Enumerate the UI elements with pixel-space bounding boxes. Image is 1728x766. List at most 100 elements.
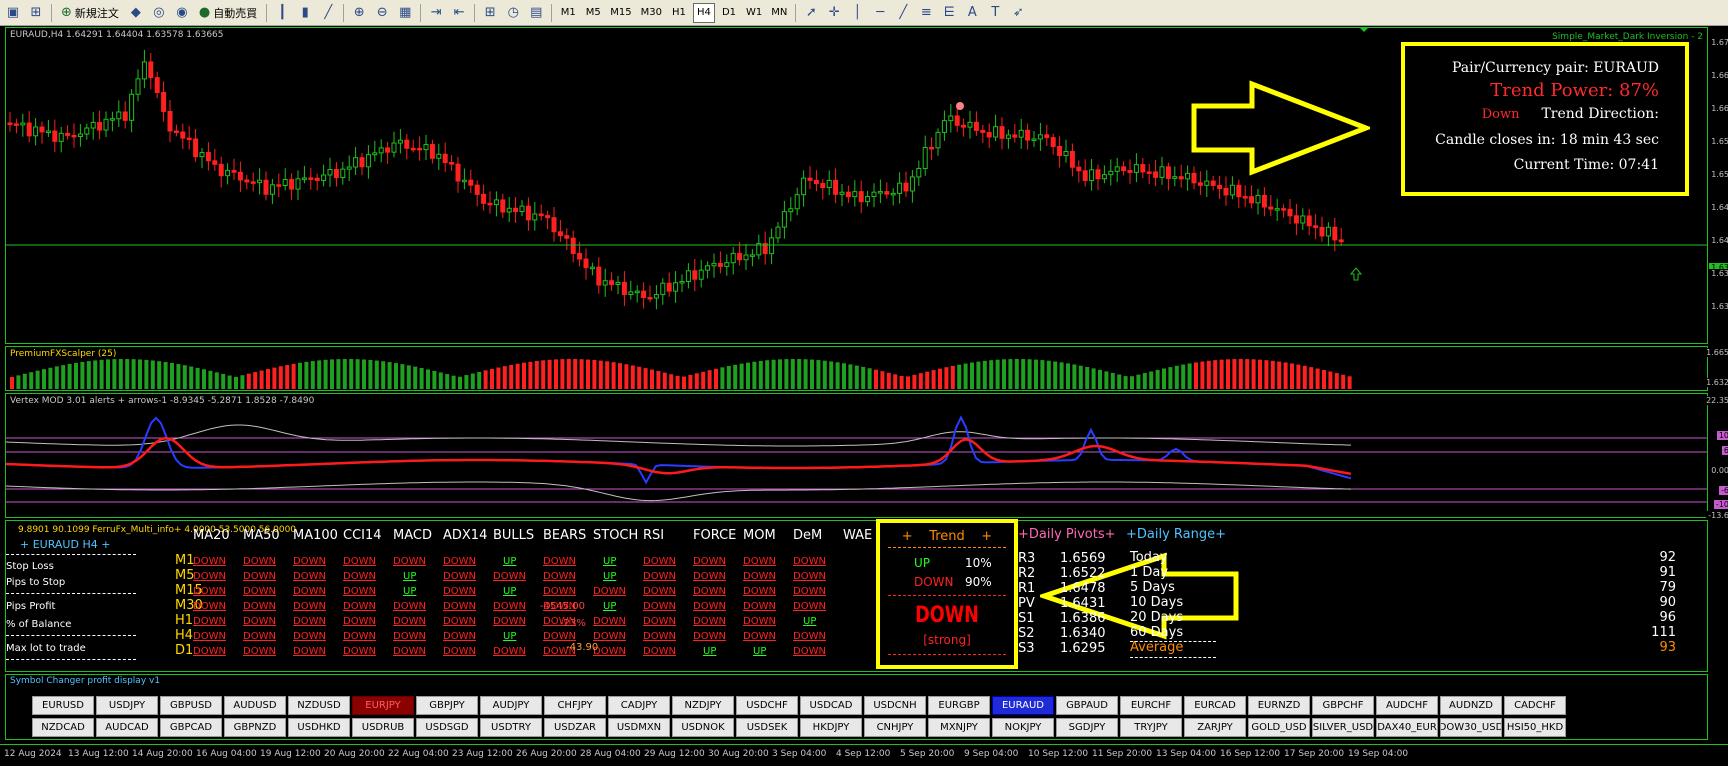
- bar-chart-icon[interactable]: ┃: [272, 3, 292, 23]
- candle: [973, 111, 979, 136]
- timeframe-m1[interactable]: M1: [557, 3, 579, 23]
- symbol-button-nokjpy[interactable]: NOKJPY: [992, 718, 1054, 737]
- metaeditor-icon[interactable]: ◆: [126, 3, 146, 23]
- auto-scroll-icon[interactable]: ⇥: [426, 3, 446, 23]
- vertical-line-icon[interactable]: │: [847, 3, 867, 23]
- scalper-bar: [822, 360, 827, 389]
- symbol-button-audnzd[interactable]: AUDNZD: [1440, 696, 1502, 715]
- timeframe-h1[interactable]: H1: [668, 3, 690, 23]
- line-chart-icon[interactable]: ╱: [318, 3, 338, 23]
- fibonacci-icon[interactable]: ⋿: [939, 3, 959, 23]
- symbol-button-usdchf[interactable]: USDCHF: [736, 696, 798, 715]
- zoom-out-icon[interactable]: ⊖: [372, 3, 392, 23]
- symbol-button-chfjpy[interactable]: CHFJPY: [544, 696, 606, 715]
- timeframe-m5[interactable]: M5: [582, 3, 604, 23]
- symbol-button-audjpy[interactable]: AUDJPY: [480, 696, 542, 715]
- scalper-indicator-pane[interactable]: PremiumFXScalper (25): [5, 346, 1708, 391]
- periods-icon[interactable]: ◷: [503, 3, 523, 23]
- symbol-button-dow30_usd[interactable]: DOW30_USD: [1440, 718, 1502, 737]
- symbol-button-gbpusd[interactable]: GBPUSD: [160, 696, 222, 715]
- tile-windows-icon[interactable]: ▦: [395, 3, 415, 23]
- symbol-button-audchf[interactable]: AUDCHF: [1376, 696, 1438, 715]
- symbol-button-eurcad[interactable]: EURCAD: [1184, 696, 1246, 715]
- zoom-in-icon[interactable]: ⊕: [349, 3, 369, 23]
- candle: [455, 156, 461, 193]
- new-order-button[interactable]: ⊕ 新規注文: [57, 3, 123, 23]
- symbol-button-eurgbp[interactable]: EURGBP: [928, 696, 990, 715]
- autotrade-button[interactable]: ● 自動売買: [195, 3, 261, 23]
- symbol-button-eurusd[interactable]: EURUSD: [32, 696, 94, 715]
- scalper-bar: [1085, 367, 1090, 389]
- symbol-button-tryjpy[interactable]: TRYJPY: [1120, 718, 1182, 737]
- symbol-button-zarjpy[interactable]: ZARJPY: [1184, 718, 1246, 737]
- symbol-button-gbpaud[interactable]: GBPAUD: [1056, 696, 1118, 715]
- horizontal-line-icon[interactable]: ─: [870, 3, 890, 23]
- symbol-button-usdjpy[interactable]: USDJPY: [96, 696, 158, 715]
- channel-icon[interactable]: ≡: [916, 3, 936, 23]
- text-icon[interactable]: A: [962, 3, 982, 23]
- candlestick-icon[interactable]: ▮: [295, 3, 315, 23]
- trendline-icon[interactable]: ╱: [893, 3, 913, 23]
- timeframe-m15[interactable]: M15: [607, 3, 634, 23]
- symbol-button-mxnjpy[interactable]: MXNJPY: [928, 718, 990, 737]
- toolbar-separator: [474, 3, 476, 22]
- cursor-icon[interactable]: ➚: [801, 3, 821, 23]
- scalper-bar: [54, 366, 59, 389]
- symbol-button-gbpnzd[interactable]: GBPNZD: [224, 718, 286, 737]
- vertex-indicator-pane[interactable]: Vertex MOD 3.01 alerts + arrows-1 -8.934…: [5, 393, 1708, 518]
- symbol-button-nzdjpy[interactable]: NZDJPY: [672, 696, 734, 715]
- crosshair-icon[interactable]: ✛: [824, 3, 844, 23]
- timeframe-h4[interactable]: H4: [692, 2, 715, 23]
- symbol-button-usdhkd[interactable]: USDHKD: [288, 718, 350, 737]
- indicators-icon[interactable]: ⊞: [480, 3, 500, 23]
- symbol-button-eurchf[interactable]: EURCHF: [1120, 696, 1182, 715]
- symbol-button-sgdjpy[interactable]: SGDJPY: [1056, 718, 1118, 737]
- symbol-button-usdsgd[interactable]: USDSGD: [416, 718, 478, 737]
- arrows-icon[interactable]: ➶: [1008, 3, 1028, 23]
- symbol-button-usdcad[interactable]: USDCAD: [800, 696, 862, 715]
- symbol-button-hkdjpy[interactable]: HKDJPY: [800, 718, 862, 737]
- symbol-button-usdcnh[interactable]: USDCNH: [864, 696, 926, 715]
- candle: [781, 200, 787, 239]
- market-icon[interactable]: ◎: [149, 3, 169, 23]
- timeframe-m30[interactable]: M30: [638, 3, 665, 23]
- scalper-bar: [739, 363, 744, 389]
- symbol-button-eurnzd[interactable]: EURNZD: [1248, 696, 1310, 715]
- symbol-button-audcad[interactable]: AUDCAD: [96, 718, 158, 737]
- chart-shift-icon[interactable]: ⇤: [449, 3, 469, 23]
- text-label-icon[interactable]: T: [985, 3, 1005, 23]
- new-chart-icon[interactable]: ▣: [3, 3, 23, 23]
- symbol-button-usdsek[interactable]: USDSEK: [736, 718, 798, 737]
- symbol-button-cadchf[interactable]: CADCHF: [1504, 696, 1566, 715]
- scalper-bar: [131, 359, 136, 389]
- symbol-button-usdmxn[interactable]: USDMXN: [608, 718, 670, 737]
- symbol-button-gbpchf[interactable]: GBPCHF: [1312, 696, 1374, 715]
- symbol-button-nzdusd[interactable]: NZDUSD: [288, 696, 350, 715]
- symbol-button-nzdcad[interactable]: NZDCAD: [32, 718, 94, 737]
- symbol-button-gold_usd[interactable]: GOLD_USD: [1248, 718, 1310, 737]
- symbol-button-cnhjpy[interactable]: CNHJPY: [864, 718, 926, 737]
- scalper-bar: [227, 375, 232, 389]
- candle: [1108, 159, 1114, 186]
- symbol-button-usdnok[interactable]: USDNOK: [672, 718, 734, 737]
- symbol-button-cadjpy[interactable]: CADJPY: [608, 696, 670, 715]
- timeframe-d1[interactable]: D1: [718, 3, 740, 23]
- symbol-button-gbpcad[interactable]: GBPCAD: [160, 718, 222, 737]
- symbol-button-eurjpy[interactable]: EURJPY: [352, 696, 414, 715]
- symbol-button-usdrub[interactable]: USDRUB: [352, 718, 414, 737]
- signals-icon[interactable]: ◉: [172, 3, 192, 23]
- timeframe-mn[interactable]: MN: [768, 3, 790, 23]
- scalper-bar: [349, 359, 354, 389]
- symbol-button-usdzar[interactable]: USDZAR: [544, 718, 606, 737]
- symbol-button-hsi50_hkd[interactable]: HSI50_HKD: [1504, 718, 1566, 737]
- symbol-button-silver_usd[interactable]: SILVER_USD: [1312, 718, 1374, 737]
- symbol-button-euraud[interactable]: EURAUD: [992, 696, 1054, 715]
- templates-icon[interactable]: ▤: [526, 3, 546, 23]
- symbol-button-audusd[interactable]: AUDUSD: [224, 696, 286, 715]
- candle: [257, 168, 263, 195]
- symbol-button-gbpjpy[interactable]: GBPJPY: [416, 696, 478, 715]
- symbol-button-dax40_eur[interactable]: DAX40_EUR: [1376, 718, 1438, 737]
- symbol-button-usdtry[interactable]: USDTRY: [480, 718, 542, 737]
- profiles-icon[interactable]: ⊞: [26, 3, 46, 23]
- timeframe-w1[interactable]: W1: [743, 3, 765, 23]
